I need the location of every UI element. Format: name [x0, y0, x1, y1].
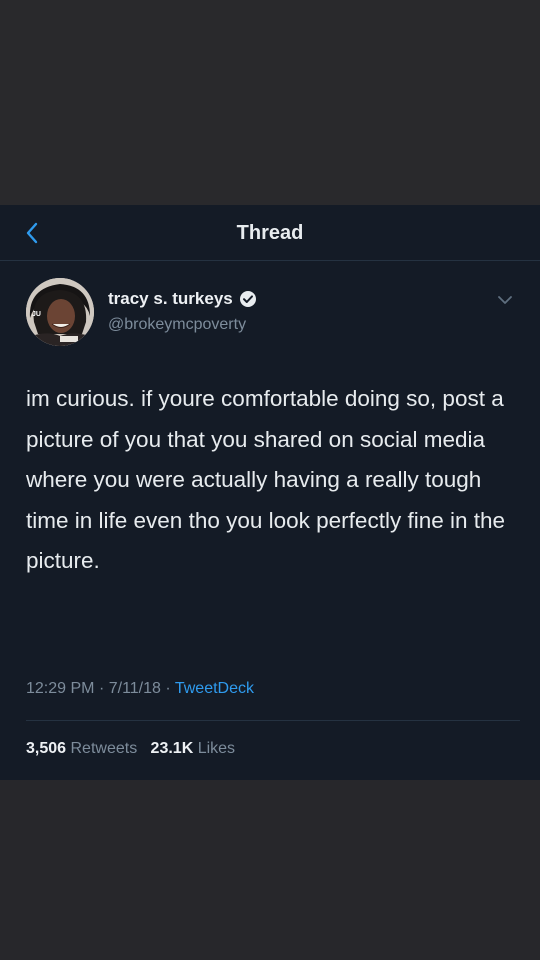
author-name: tracy s. turkeys [108, 289, 233, 308]
svg-text:JU: JU [32, 311, 41, 318]
verified-badge-icon [239, 291, 256, 307]
author-name-row[interactable]: tracy s. turkeys [108, 289, 257, 309]
meta-separator: · [165, 680, 175, 697]
tweet-source-link[interactable]: TweetDeck [175, 680, 254, 697]
top-bar: Thread [0, 205, 540, 261]
chevron-down-icon[interactable] [496, 293, 514, 307]
tweet-stats: 3,506 Retweets 23.1K Likes [26, 740, 235, 758]
background-top [0, 0, 540, 205]
meta-separator: · [98, 680, 109, 697]
tweet-meta: 12:29 PM · 7/11/18 · TweetDeck [26, 680, 254, 698]
likes-stat[interactable]: 23.1K Likes [151, 740, 236, 757]
retweets-count: 3,506 [26, 740, 67, 757]
tweet-time: 12:29 PM [26, 680, 95, 697]
page-title: Thread [236, 222, 304, 244]
tweet-date: 7/11/18 [108, 680, 161, 697]
divider [26, 720, 520, 721]
likes-label: Likes [197, 740, 236, 757]
likes-count: 23.1K [150, 740, 194, 757]
avatar-image: JU [26, 278, 94, 346]
avatar[interactable]: JU [26, 278, 94, 346]
retweets-label: Retweets [70, 740, 138, 757]
background-bottom [0, 780, 540, 960]
tweet-screen: Thread JU tracy s. turkeys @brokeymcpove… [0, 205, 540, 780]
tweet-text: im curious. if youre comfortable doing s… [26, 386, 506, 573]
retweets-stat[interactable]: 3,506 Retweets [26, 740, 142, 757]
author-handle[interactable]: @brokeymcpoverty [108, 316, 246, 334]
